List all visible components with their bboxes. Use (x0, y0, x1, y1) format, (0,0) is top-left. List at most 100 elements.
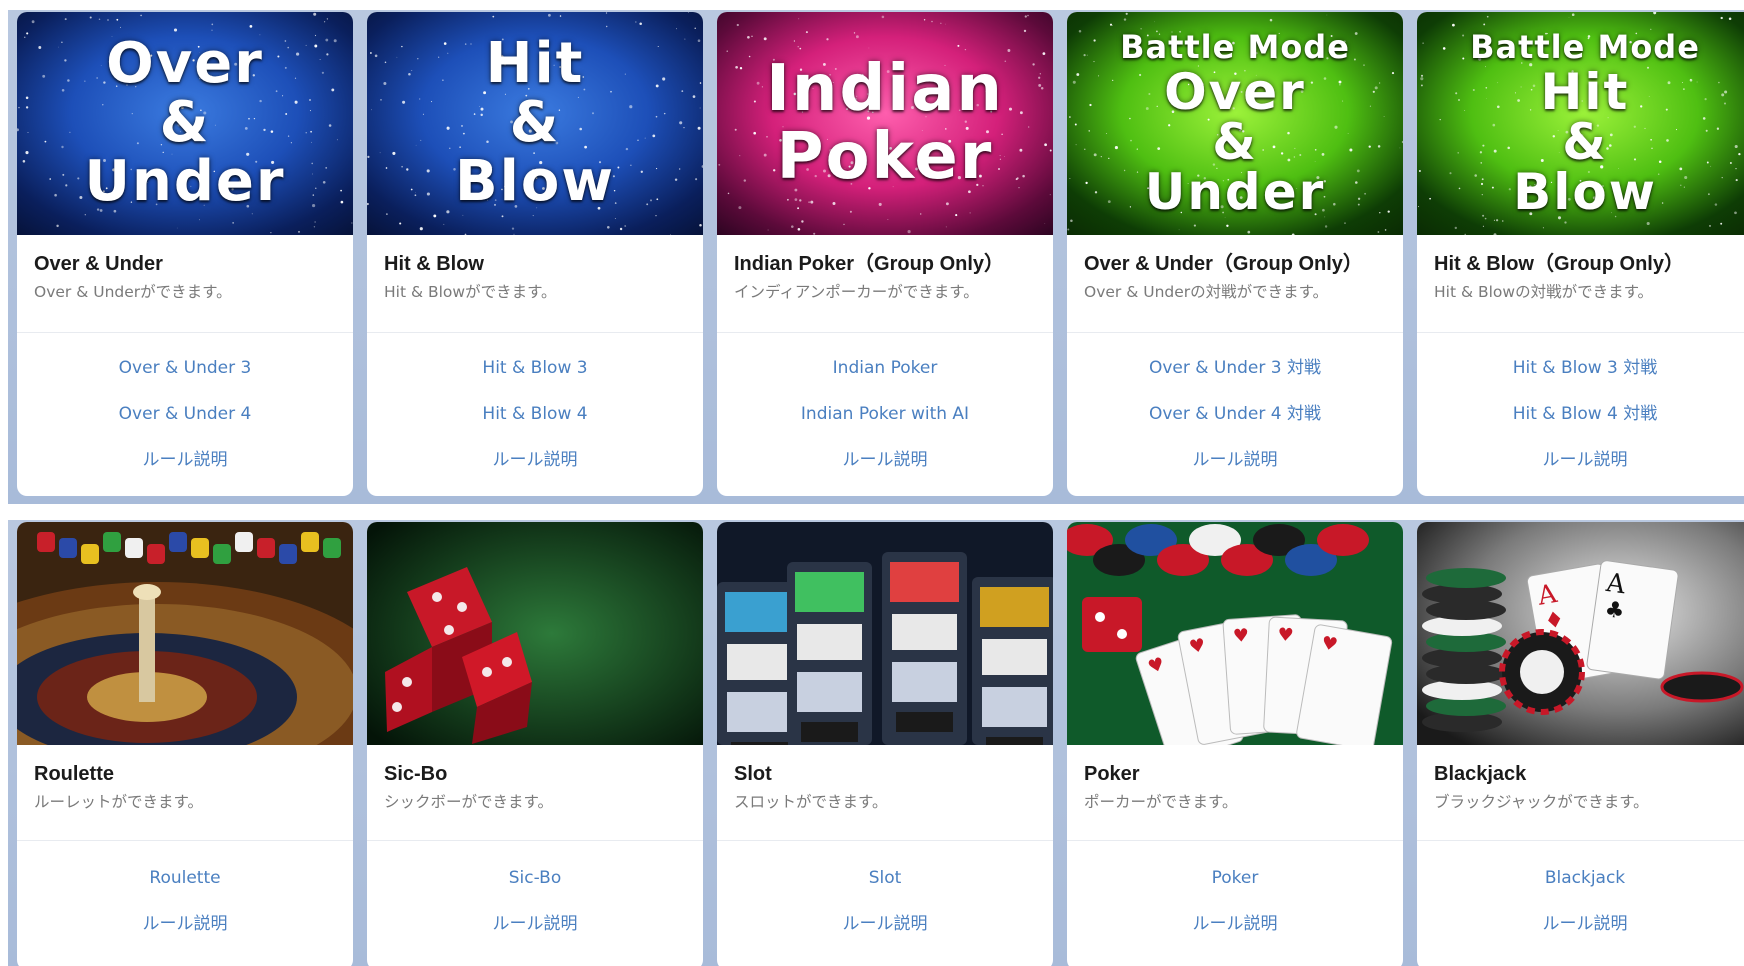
rules-link[interactable]: ルール説明 (367, 913, 703, 935)
card-header: Over & Under Over & Underができます。 (17, 235, 353, 333)
card-header: Slot スロットができます。 (717, 745, 1053, 841)
game-card: Slot スロットができます。 Slot ルール説明 (717, 522, 1053, 966)
artwork-line: Hit (485, 31, 585, 97)
rules-link[interactable]: ルール説明 (367, 449, 703, 471)
title-artwork: Battle Mode Hit & Blow (1417, 12, 1744, 235)
game-thumbnail[interactable] (717, 522, 1053, 745)
card-title: Over & Under (34, 253, 163, 275)
title-artwork: Hit & Blow (367, 12, 703, 235)
card-description: Over & Underができます。 (34, 283, 232, 301)
play-link[interactable]: Hit & Blow 3 (367, 357, 703, 379)
artwork-line: Indian (766, 52, 1004, 127)
artwork-line: Over (106, 31, 264, 97)
poker-photo: ♥♥ ♥ ♥ ♥ (1067, 522, 1403, 745)
svg-text:♥: ♥ (1277, 624, 1294, 646)
game-card: ♥ ♥ ♥ ♥ ♥ Poker ポーカーができます。 Poker ルール説明 (1067, 522, 1403, 966)
card-header: Blackjack ブラックジャックができます。 (1417, 745, 1744, 841)
play-link[interactable]: Indian Poker (717, 357, 1053, 379)
game-row-puzzle: Over & Under Over & Under Over & Underができます。… (8, 10, 1744, 504)
card-links: Over & Under 3 Over & Under 4 ルール説明 (17, 333, 353, 471)
card-links: Roulette ルール説明 (17, 841, 353, 935)
play-link[interactable]: Poker (1067, 867, 1403, 889)
game-thumbnail[interactable]: ♥ ♥ ♥ ♥ ♥ (1067, 522, 1403, 745)
game-thumbnail[interactable] (367, 522, 703, 745)
card-header: Poker ポーカーができます。 (1067, 745, 1403, 841)
game-thumbnail[interactable] (17, 522, 353, 745)
card-links: Over & Under 3 対戦 Over & Under 4 対戦 ルール説明 (1067, 333, 1403, 471)
play-link[interactable]: Over & Under 4 (17, 403, 353, 425)
artwork-line: & (509, 90, 561, 156)
game-thumbnail[interactable]: Indian Poker (717, 12, 1053, 235)
play-link[interactable]: Slot (717, 867, 1053, 889)
card-header: Hit & Blow Hit & Blowができます。 (367, 235, 703, 333)
play-link[interactable]: Over & Under 4 対戦 (1067, 403, 1403, 425)
card-header: Indian Poker（Group Only） インディアンポーカーができます。 (717, 235, 1053, 333)
artwork-line: Over (1164, 62, 1306, 121)
artwork-line: & (1212, 112, 1258, 171)
rules-link[interactable]: ルール説明 (17, 913, 353, 935)
card-description: ポーカーができます。 (1084, 793, 1238, 811)
card-links: Blackjack ルール説明 (1417, 841, 1744, 935)
card-links: Hit & Blow 3 対戦 Hit & Blow 4 対戦 ルール説明 (1417, 333, 1744, 471)
play-link[interactable]: Over & Under 3 対戦 (1067, 357, 1403, 379)
rules-link[interactable]: ルール説明 (717, 449, 1053, 471)
artwork-line: Under (84, 148, 286, 214)
card-title: Blackjack (1434, 763, 1527, 785)
blackjack-photo: A♦A♣ (1417, 522, 1744, 745)
game-thumbnail[interactable]: Over & Under (17, 12, 353, 235)
artwork-line: Blow (1513, 162, 1657, 221)
card-links: Poker ルール説明 (1067, 841, 1403, 935)
play-link[interactable]: Hit & Blow 4 (367, 403, 703, 425)
card-description: ルーレットができます。 (34, 793, 203, 811)
rules-link[interactable]: ルール説明 (1067, 913, 1403, 935)
game-card: A ♦ A ♣ Blackjack ブラックジャックができます。 Blackjack ルール説… (1417, 522, 1744, 966)
rules-link[interactable]: ルール説明 (1067, 449, 1403, 471)
artwork-line: Poker (776, 119, 994, 194)
card-title: Slot (734, 763, 772, 785)
card-title: Hit & Blow (384, 253, 484, 275)
artwork-subtitle: Battle Mode (1120, 27, 1350, 66)
game-thumbnail[interactable]: Battle Mode Over & Under (1067, 12, 1403, 235)
rules-link[interactable]: ルール説明 (17, 449, 353, 471)
game-list-page: Over & Under Over & Under Over & Underができます。… (0, 0, 1744, 966)
title-artwork: Indian Poker (717, 12, 1053, 235)
card-description: シックボーができます。 (384, 793, 553, 811)
rules-link[interactable]: ルール説明 (717, 913, 1053, 935)
game-card: Battle Mode Hit & Blow Hit & Blow（Group Only… (1417, 12, 1744, 496)
card-description: ブラックジャックができます。 (1434, 793, 1649, 811)
card-header: Roulette ルーレットができます。 (17, 745, 353, 841)
artwork-line: Blow (454, 148, 616, 214)
card-title: Poker (1084, 763, 1140, 785)
game-card: Roulette ルーレットができます。 Roulette ルール説明 (17, 522, 353, 966)
play-link[interactable]: Roulette (17, 867, 353, 889)
card-description: Hit & Blowの対戦ができます。 (1434, 283, 1654, 301)
artwork-line: & (1562, 112, 1608, 171)
game-card: Battle Mode Over & Under Over & Under（Group … (1067, 12, 1403, 496)
game-thumbnail[interactable]: Battle Mode Hit & Blow (1417, 12, 1744, 235)
card-description: Hit & Blowができます。 (384, 283, 557, 301)
artwork-line: Hit (1540, 62, 1630, 121)
slot-photo (717, 522, 1053, 745)
rules-link[interactable]: ルール説明 (1417, 913, 1744, 935)
title-artwork: Battle Mode Over & Under (1067, 12, 1403, 235)
game-card: Sic-Bo シックボーができます。 Sic-Bo ルール説明 (367, 522, 703, 966)
play-link[interactable]: Sic-Bo (367, 867, 703, 889)
card-header: Over & Under（Group Only） Over & Underの対戦が… (1067, 235, 1403, 333)
play-link[interactable]: Over & Under 3 (17, 357, 353, 379)
game-grid-2: Roulette ルーレットができます。 Roulette ルール説明 Sic-Bo シッ… (17, 522, 1744, 966)
play-link[interactable]: Indian Poker with AI (717, 403, 1053, 425)
card-description: インディアンポーカーができます。 (734, 283, 979, 301)
play-link[interactable]: Hit & Blow 3 対戦 (1417, 357, 1744, 379)
svg-text:♣: ♣ (1603, 597, 1626, 625)
card-title: Roulette (34, 763, 114, 785)
game-thumbnail[interactable]: Hit & Blow (367, 12, 703, 235)
card-description: Over & Underの対戦ができます。 (1084, 283, 1329, 301)
rules-link[interactable]: ルール説明 (1417, 449, 1744, 471)
play-link[interactable]: Blackjack (1417, 867, 1744, 889)
game-thumbnail[interactable]: A ♦ A ♣ (1417, 522, 1744, 745)
card-header: Hit & Blow（Group Only） Hit & Blowの対戦ができます… (1417, 235, 1744, 333)
game-row-casino: Roulette ルーレットができます。 Roulette ルール説明 Sic-Bo シッ… (8, 520, 1744, 966)
game-card: Hit & Blow Hit & Blow Hit & Blowができます。 Hit & … (367, 12, 703, 496)
play-link[interactable]: Hit & Blow 4 対戦 (1417, 403, 1744, 425)
title-artwork: Over & Under (17, 12, 353, 235)
